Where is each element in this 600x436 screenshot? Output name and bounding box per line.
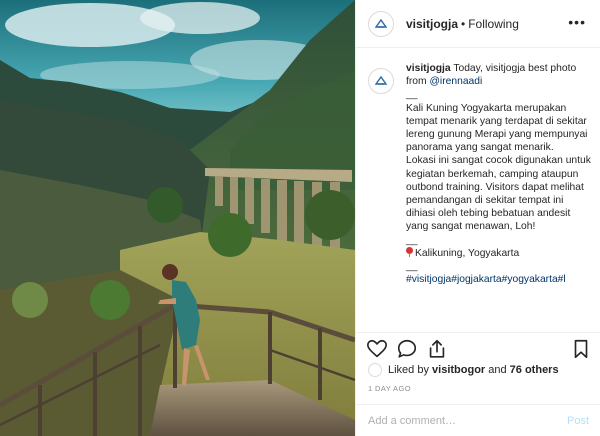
caption-avatar[interactable] — [368, 68, 394, 94]
caption-username[interactable]: visitjogja — [406, 63, 451, 74]
comment-box: Add a comment… Post — [356, 404, 600, 436]
caption-paragraph-2: Lokasi ini sangat cocok digunakan untuk … — [406, 155, 591, 233]
post-actions — [356, 332, 600, 362]
location-pin-icon — [406, 246, 413, 257]
post-header: visitjogja • Following ••• — [356, 0, 600, 48]
instagram-post-view: visitjogja • Following ••• visitjogja To… — [0, 0, 600, 436]
caption-text: visitjogja Today, visitjogja best photo … — [406, 62, 594, 330]
post-side-panel: visitjogja • Following ••• visitjogja To… — [355, 0, 600, 436]
header-separator: • — [461, 16, 466, 31]
likes-summary[interactable]: Liked by visitbogor and 76 others — [368, 363, 559, 377]
heart-icon[interactable] — [366, 338, 388, 360]
caption-dash-1: __ — [406, 89, 418, 101]
visitjogja-logo-icon — [375, 76, 387, 85]
account-avatar[interactable] — [368, 10, 394, 37]
likes-user[interactable]: visitbogor — [432, 364, 485, 376]
likes-others[interactable]: 76 others — [510, 364, 559, 376]
share-icon[interactable] — [426, 338, 448, 360]
bookmark-icon[interactable] — [570, 338, 592, 360]
post-caption: visitjogja Today, visitjogja best photo … — [368, 62, 594, 330]
header-username[interactable]: visitjogja — [406, 17, 458, 31]
following-button[interactable]: Following — [468, 17, 519, 31]
post-photo-image — [0, 0, 355, 436]
visitjogja-logo-icon — [375, 18, 387, 28]
caption-dash-2: __ — [406, 234, 418, 246]
caption-mention-link[interactable]: @irennaadi — [429, 76, 482, 87]
post-comment-button[interactable]: Post — [567, 415, 589, 427]
comment-input[interactable]: Add a comment… — [368, 415, 567, 427]
liker-avatar — [368, 363, 382, 377]
caption-location: Kalikuning, Yogyakarta — [415, 247, 520, 259]
more-options-icon[interactable]: ••• — [568, 14, 586, 30]
comment-icon[interactable] — [396, 338, 418, 360]
likes-prefix: Liked by — [388, 364, 433, 376]
likes-middle: and — [485, 364, 510, 376]
post-timestamp[interactable]: 1 DAY AGO — [368, 384, 411, 393]
post-photo[interactable] — [0, 0, 355, 436]
caption-paragraph-1: Kali Kuning Yogyakarta merupakan tempat … — [406, 102, 588, 154]
caption-dash-3: __ — [406, 261, 418, 273]
caption-hashtags[interactable]: #visitjogja#jogjakarta#yogyakarta#l — [406, 273, 594, 286]
